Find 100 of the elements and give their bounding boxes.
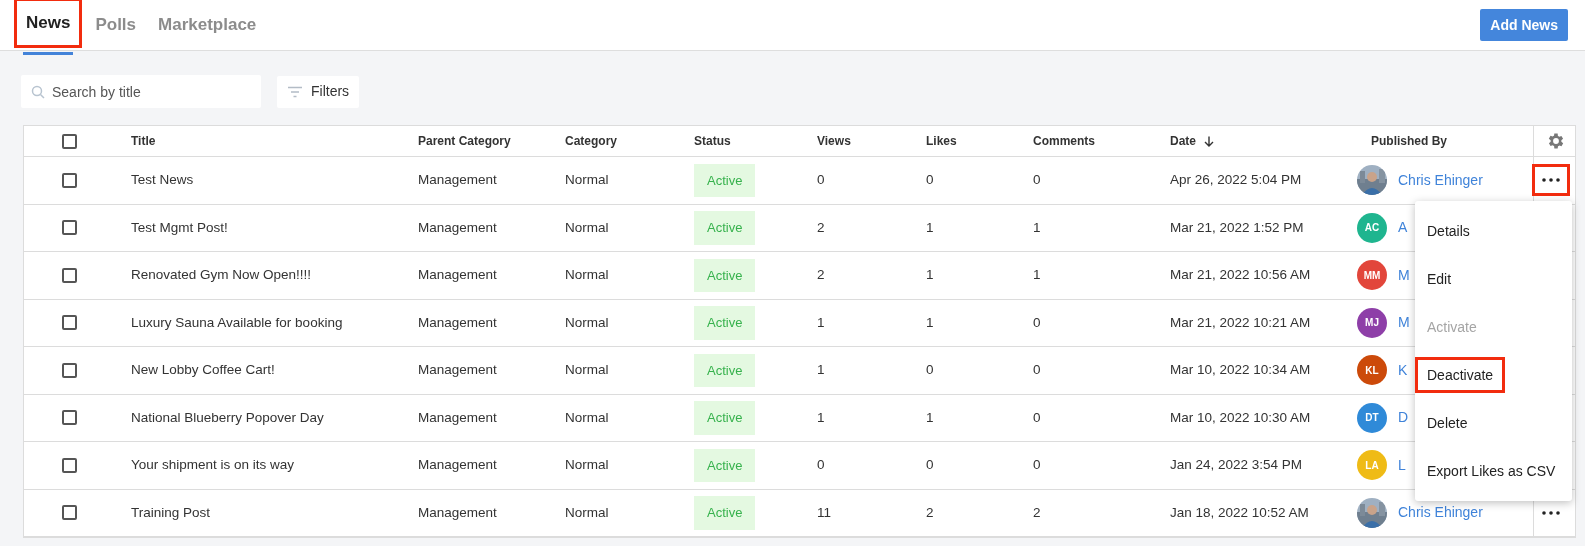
column-header[interactable]: Parent Category	[418, 132, 511, 150]
table-cell-text: 0	[1033, 456, 1042, 475]
table-cell-text: Management	[418, 456, 498, 475]
select-all-checkbox[interactable]	[61, 133, 77, 149]
table-cell-text: 0	[1033, 361, 1042, 380]
menu-item[interactable]: Deactivate	[1415, 357, 1506, 393]
row-checkbox[interactable]	[61, 505, 77, 521]
filter-icon	[287, 85, 303, 98]
column-header[interactable]: Status	[694, 132, 731, 150]
table-cell-text: 1	[817, 361, 826, 380]
table-cell-text: 1	[1033, 218, 1042, 237]
ellipsis-icon	[1541, 178, 1560, 183]
table-cell-text: 0	[1033, 171, 1042, 190]
table-cell-text: Normal	[565, 503, 610, 522]
column-header[interactable]: Views	[817, 132, 851, 150]
publisher-link[interactable]: A	[1398, 217, 1408, 239]
column-header[interactable]: Category	[565, 132, 617, 150]
status-badge: Active	[694, 306, 756, 340]
status-badge: Active	[694, 401, 756, 435]
avatar: MJ	[1357, 307, 1387, 338]
table-cell-text: 2	[817, 218, 826, 237]
table-cell-text: Management	[418, 171, 498, 190]
table-cell-text: 2	[1033, 503, 1042, 522]
row-checkbox[interactable]	[61, 315, 77, 331]
menu-item[interactable]: Delete	[1418, 405, 1477, 441]
avatar: DT	[1357, 402, 1387, 433]
publisher-link[interactable]: K	[1398, 359, 1408, 381]
table-cell-text: 0	[817, 171, 826, 190]
table-cell-text: Normal	[565, 218, 610, 237]
title-cell-text: Luxury Sauna Available for booking	[131, 313, 344, 332]
column-header[interactable]: Title	[131, 132, 156, 150]
avatar: AC	[1357, 212, 1387, 243]
table-cell-text: 0	[817, 456, 826, 475]
table-cell-text: Management	[418, 266, 498, 285]
table-cell-text: 1	[817, 313, 826, 332]
row-checkbox[interactable]	[61, 457, 77, 473]
table-cell-text: Management	[418, 361, 498, 380]
table-cell-text: 0	[1033, 313, 1042, 332]
tab-underline	[23, 52, 74, 55]
publisher-link[interactable]: D	[1398, 407, 1409, 429]
table-cell-text: Normal	[565, 456, 610, 475]
title-cell-text: New Lobby Coffee Cart!	[131, 361, 276, 380]
column-header[interactable]: Comments	[1033, 132, 1095, 150]
title-cell-text: National Blueberry Popover Day	[131, 408, 325, 427]
add-news-button[interactable]: Add News	[1480, 9, 1568, 41]
table-cell-text: 0	[926, 456, 935, 475]
publisher-link[interactable]: Chris Ehinger	[1398, 169, 1483, 191]
status-badge: Active	[694, 496, 756, 530]
table-cell-text: Normal	[565, 313, 610, 332]
title-cell-text: Test News	[131, 171, 195, 190]
table-cell-text: 0	[1033, 408, 1042, 427]
table-cell-text: 1	[1033, 266, 1042, 285]
search-field[interactable]: Search by title	[21, 75, 261, 108]
search-icon	[31, 85, 45, 99]
table-cell-text: Management	[418, 408, 498, 427]
publisher-link[interactable]: M	[1398, 264, 1410, 286]
more-options-button[interactable]	[1531, 164, 1570, 197]
table-cell-text: Normal	[565, 408, 610, 427]
menu-item[interactable]: Export Likes as CSV	[1418, 453, 1565, 489]
date-cell-text: Apr 26, 2022 5:04 PM	[1170, 171, 1303, 190]
table-cell-text: Normal	[565, 266, 610, 285]
status-badge: Active	[694, 163, 756, 197]
row-checkbox[interactable]	[61, 172, 77, 188]
menu-item[interactable]: Edit	[1418, 261, 1461, 297]
publisher-link[interactable]: L	[1398, 454, 1406, 476]
column-header[interactable]: Date	[1170, 132, 1214, 150]
row-checkbox[interactable]	[61, 410, 77, 426]
column-header[interactable]: Published By	[1371, 132, 1447, 150]
row-checkbox[interactable]	[61, 362, 77, 378]
publisher-link[interactable]: Chris Ehinger	[1398, 502, 1483, 524]
table-cell-text: Management	[418, 218, 498, 237]
status-badge: Active	[694, 211, 756, 245]
title-cell-text: Renovated Gym Now Open!!!!	[131, 266, 313, 285]
row-checkbox[interactable]	[61, 220, 77, 236]
table-cell-text: 2	[817, 266, 826, 285]
status-badge: Active	[694, 258, 756, 292]
table-cell-text: 1	[926, 313, 935, 332]
avatar: KL	[1357, 355, 1387, 386]
table-cell-text: Management	[418, 313, 498, 332]
avatar: LA	[1357, 450, 1387, 481]
filters-button[interactable]: Filters	[277, 75, 360, 108]
table-cell-text: 1	[926, 218, 935, 237]
table-cell-text: Normal	[565, 171, 610, 190]
sort-down-icon	[1204, 135, 1214, 147]
table-cell-text: Management	[418, 503, 498, 522]
table-cell-text: 2	[926, 503, 935, 522]
date-cell-text: Jan 18, 2022 10:52 AM	[1170, 503, 1310, 522]
title-cell-text: Your shipment is on its way	[131, 456, 296, 475]
publisher-link[interactable]: M	[1398, 312, 1410, 334]
table-cell-text: 11	[817, 503, 832, 522]
status-badge: Active	[694, 448, 756, 482]
table-cell-text: 0	[926, 171, 935, 190]
avatar: MM	[1357, 260, 1387, 291]
row-checkbox[interactable]	[61, 267, 77, 283]
menu-item[interactable]: Details	[1418, 213, 1479, 249]
table-cell-text: 1	[817, 408, 826, 427]
title-cell-text: Training Post	[131, 503, 212, 522]
title-cell-text: Test Mgmt Post!	[131, 218, 229, 237]
column-header[interactable]: Likes	[926, 132, 957, 150]
status-badge: Active	[694, 353, 756, 387]
